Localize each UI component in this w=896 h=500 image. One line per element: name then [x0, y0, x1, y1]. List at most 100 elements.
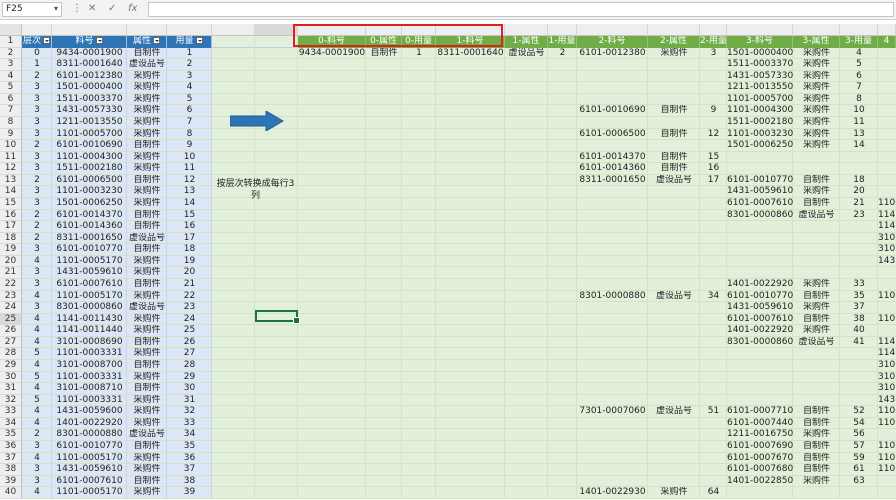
table-cell[interactable]: 8311-0001640 — [52, 59, 127, 71]
table-cell[interactable]: 3 — [22, 441, 52, 453]
table-cell[interactable]: 13 — [840, 129, 878, 141]
row-header-21[interactable]: 21 — [0, 267, 22, 279]
table-cell[interactable]: 2 — [22, 221, 52, 233]
table-cell[interactable]: 6101-0010770 — [52, 441, 127, 453]
table-cell[interactable]: 3 — [22, 163, 52, 175]
table-cell[interactable]: 6101-0014360 — [52, 221, 127, 233]
table-cell[interactable]: 1101 — [878, 314, 896, 326]
table-cell[interactable]: 6101-0012380 — [577, 48, 648, 60]
table-cell[interactable]: 3101-0008690 — [52, 337, 127, 349]
row-header-30[interactable]: 30 — [0, 371, 22, 384]
table-cell[interactable]: 18 — [167, 244, 212, 256]
row-header-6[interactable]: 6 — [0, 93, 22, 106]
table-cell[interactable]: 采购件 — [793, 82, 840, 94]
table-cell[interactable]: 8301-0000860 — [727, 337, 793, 349]
table-cell[interactable]: 4 — [22, 360, 52, 372]
table-cell[interactable]: 2 — [22, 233, 52, 245]
table-cell[interactable]: 4 — [22, 383, 52, 395]
table-cell[interactable]: 22 — [167, 291, 212, 303]
table-cell[interactable]: 1211-0016750 — [727, 429, 793, 441]
table-cell[interactable]: 采购件 — [127, 198, 167, 210]
table-cell[interactable]: 虚设品号 — [648, 291, 700, 303]
table-cell[interactable]: 3101 — [878, 372, 896, 384]
table-cell[interactable]: 采购件 — [793, 476, 840, 488]
table-cell[interactable]: 1101-0005700 — [52, 129, 127, 141]
table-cell[interactable]: 1101-0005700 — [727, 94, 793, 106]
table-cell[interactable]: 27 — [167, 348, 212, 360]
table-cell[interactable]: 4 — [22, 291, 52, 303]
table-cell[interactable]: 16 — [167, 221, 212, 233]
table-cell[interactable]: 38 — [167, 476, 212, 488]
table-cell[interactable]: 64 — [700, 487, 727, 499]
table-cell[interactable]: 采购件 — [127, 418, 167, 430]
table-cell[interactable]: 3 — [22, 82, 52, 94]
table-cell[interactable]: 6 — [840, 71, 878, 83]
table-cell[interactable]: 35 — [840, 291, 878, 303]
table-cell[interactable]: 3101 — [878, 383, 896, 395]
column-header-B[interactable] — [52, 24, 127, 36]
table-cell[interactable]: 3101 — [878, 360, 896, 372]
row-header-22[interactable]: 22 — [0, 278, 22, 291]
column-header-O[interactable] — [700, 24, 727, 36]
row-header-26[interactable]: 26 — [0, 325, 22, 337]
table-cell[interactable]: 3101-0008710 — [52, 383, 127, 395]
table-cell[interactable]: 采购件 — [127, 163, 167, 175]
table-cell[interactable]: 采购件 — [793, 429, 840, 441]
row-header-38[interactable]: 38 — [0, 464, 22, 476]
table-cell[interactable]: 8301-0000880 — [52, 429, 127, 441]
table-cell[interactable]: 4 — [22, 418, 52, 430]
left-header-cell[interactable]: 用量 — [167, 36, 212, 48]
table-cell[interactable]: 1101-0004300 — [727, 105, 793, 117]
column-header-K[interactable] — [505, 24, 548, 36]
table-cell[interactable]: 24 — [167, 314, 212, 326]
table-cell[interactable]: 采购件 — [127, 453, 167, 465]
table-cell[interactable]: 20 — [167, 267, 212, 279]
table-cell[interactable]: 1101 — [878, 198, 896, 210]
table-cell[interactable]: 6101-0010770 — [727, 175, 793, 187]
table-cell[interactable]: 1431-0059610 — [727, 302, 793, 314]
row-header-27[interactable]: 27 — [0, 336, 22, 349]
table-cell[interactable]: 1431-0059610 — [52, 267, 127, 279]
table-cell[interactable]: 18 — [840, 175, 878, 187]
row-header-36[interactable]: 36 — [0, 440, 22, 453]
table-cell[interactable]: 自制件 — [127, 337, 167, 349]
table-cell[interactable]: 10 — [840, 105, 878, 117]
right-header-cell[interactable]: 2-料号 — [577, 36, 648, 48]
table-cell[interactable]: 10 — [167, 152, 212, 164]
cancel-icon[interactable]: ✕ — [88, 3, 96, 14]
row-header-15[interactable]: 15 — [0, 197, 22, 210]
table-cell[interactable]: 3 — [22, 244, 52, 256]
row-header-33[interactable]: 33 — [0, 406, 22, 418]
table-cell[interactable]: 1141 — [878, 210, 896, 222]
table-cell[interactable]: 7301-0007060 — [577, 406, 648, 418]
table-cell[interactable]: 8301-0000860 — [727, 210, 793, 222]
table-cell[interactable]: 6101-0007610 — [52, 279, 127, 291]
table-cell[interactable]: 采购件 — [127, 372, 167, 384]
column-header-C[interactable] — [127, 24, 167, 36]
table-cell[interactable]: 41 — [840, 337, 878, 349]
table-cell[interactable]: 虚设品号 — [127, 302, 167, 314]
table-cell[interactable]: 3 — [22, 129, 52, 141]
table-cell[interactable]: 30 — [167, 383, 212, 395]
table-cell[interactable]: 虚设品号 — [127, 233, 167, 245]
table-cell[interactable]: 15 — [700, 152, 727, 164]
name-box[interactable]: F25 ▾ — [2, 2, 62, 17]
table-cell[interactable]: 4 — [167, 82, 212, 94]
table-cell[interactable]: 采购件 — [127, 464, 167, 476]
table-cell[interactable]: 6 — [167, 105, 212, 117]
table-cell[interactable]: 6101-0007680 — [727, 464, 793, 476]
table-cell[interactable]: 3 — [22, 105, 52, 117]
table-cell[interactable]: 29 — [167, 372, 212, 384]
table-cell[interactable]: 6101-0007670 — [727, 453, 793, 465]
table-cell[interactable]: 自制件 — [793, 175, 840, 187]
table-cell[interactable]: 采购件 — [793, 117, 840, 129]
table-cell[interactable]: 3 — [22, 186, 52, 198]
column-header-D[interactable] — [167, 24, 212, 36]
filter-dropdown-icon[interactable] — [95, 37, 103, 44]
table-cell[interactable]: 虚设品号 — [648, 175, 700, 187]
table-cell[interactable]: 1511-0002180 — [52, 163, 127, 175]
right-header-cell[interactable]: 1-用量 — [548, 36, 577, 48]
table-cell[interactable]: 1211-0013550 — [727, 82, 793, 94]
table-cell[interactable]: 6101-0006500 — [577, 129, 648, 141]
table-cell[interactable]: 3 — [22, 267, 52, 279]
